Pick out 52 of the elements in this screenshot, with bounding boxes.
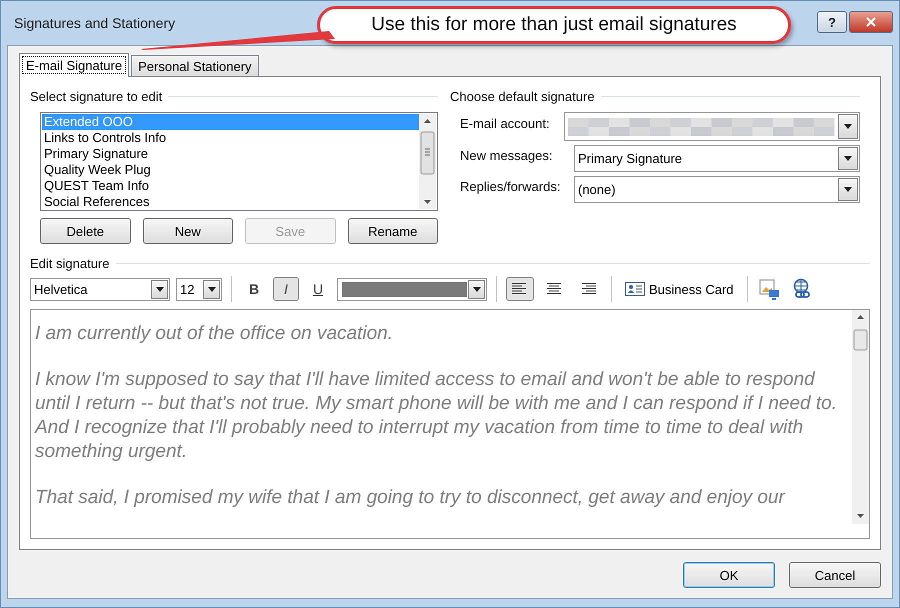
tab[interactable]: E-mail Signature — [19, 53, 130, 77]
dropdown-arrow-icon — [844, 124, 852, 129]
callout: Use this for more than just email signatures — [317, 6, 791, 44]
list-item[interactable]: Quality Week Plug — [42, 162, 419, 178]
align-right-icon — [580, 283, 596, 295]
align-button[interactable] — [506, 277, 534, 301]
format-button[interactable]: I — [273, 277, 299, 301]
group-label: Edit signature — [30, 256, 110, 271]
signature-paragraph: I am currently out of the office on vacation. — [35, 322, 394, 346]
list-item[interactable]: QUEST Team Info — [42, 178, 419, 194]
business-card-button[interactable]: Business Card — [621, 282, 738, 296]
close-button[interactable] — [849, 11, 893, 33]
signature-paragraph: I know I'm supposed to say that I'll have limited access to email and won't be able to respond until I return -- but that's not true. My smart phone will be with me and I can respond if I need to. And I recognize that I'll probably need to interrupt my vacation from time to time to deal with something urgent. — [35, 368, 838, 464]
dialog-button[interactable]: Cancel — [789, 562, 881, 588]
dropdown-arrow-icon — [208, 286, 216, 292]
dropdown-arrow-icon — [844, 187, 852, 192]
signature-list[interactable]: Extended OOO Links to Controls Info Primary Signature Quality Week Plug QUEST Team Info Social References — [40, 112, 438, 211]
dialog-button[interactable]: OK — [683, 562, 775, 588]
list-action-button[interactable]: New — [142, 218, 233, 244]
dropdown-field[interactable]: (none) — [574, 176, 860, 203]
dropdown-field[interactable] — [564, 112, 860, 141]
scrollbar[interactable] — [419, 114, 436, 209]
align-center-icon — [546, 283, 562, 295]
tab[interactable]: Personal Stationery — [131, 55, 259, 76]
list-item[interactable]: Links to Controls Info — [42, 130, 419, 146]
list-action-button[interactable]: Rename — [348, 218, 438, 244]
format-button[interactable]: U — [305, 277, 331, 301]
list-item[interactable]: Primary Signature — [42, 146, 419, 162]
window-title: Signatures and Stationery — [14, 15, 176, 31]
field-label: E-mail account: — [460, 116, 551, 133]
field-label: Replies/forwards: — [460, 179, 562, 196]
group-label: Choose default signature — [450, 89, 595, 104]
scrollbar[interactable] — [852, 310, 869, 524]
group-label: Select signature to edit — [30, 89, 162, 104]
help-button[interactable]: ? — [817, 11, 847, 33]
align-left-icon — [512, 283, 528, 295]
list-action-button[interactable]: Delete — [40, 218, 130, 244]
close-icon — [866, 17, 876, 27]
contact-card-icon — [625, 282, 645, 296]
font-dropdown[interactable]: Helvetica — [30, 278, 170, 300]
dropdown-arrow-icon — [472, 286, 480, 292]
format-button[interactable]: B — [241, 277, 267, 301]
size-dropdown[interactable]: 12 — [176, 278, 222, 300]
dropdown-arrow-icon — [156, 286, 164, 292]
signature-paragraph: That said, I promised my wife that I am going to try to disconnect, get away and enjoy our — [35, 486, 786, 510]
color-dropdown[interactable] — [337, 278, 487, 300]
field-label: New messages: — [460, 148, 554, 165]
signature-editor[interactable] — [30, 309, 870, 539]
list-item[interactable]: Social References — [42, 194, 419, 210]
dropdown-field[interactable]: Primary Signature — [574, 145, 860, 172]
dropdown-arrow-icon — [844, 156, 852, 161]
image-monitor-icon — [758, 278, 781, 300]
